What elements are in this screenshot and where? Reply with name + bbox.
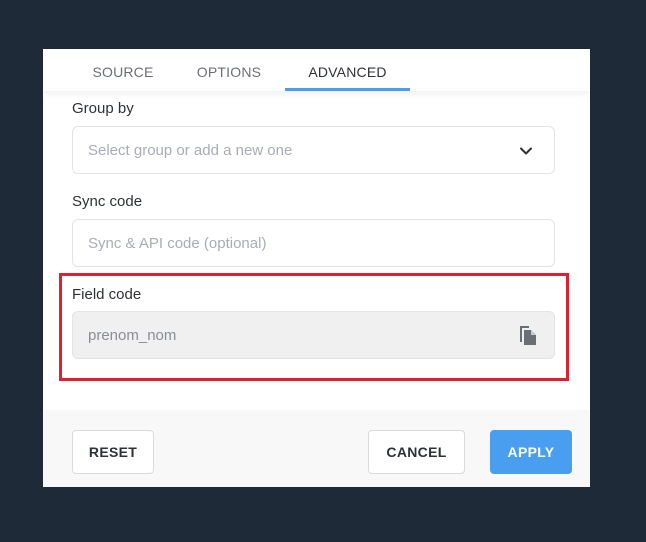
chevron-down-icon [520, 147, 532, 155]
tab-advanced[interactable]: ADVANCED [285, 49, 410, 91]
sync-code-placeholder: Sync & API code (optional) [88, 235, 267, 252]
apply-button[interactable]: APPLY [490, 430, 572, 474]
copy-icon[interactable] [516, 323, 540, 347]
sync-code-label: Sync code [72, 193, 143, 210]
active-tab-indicator [285, 88, 410, 91]
cancel-button[interactable]: CANCEL [368, 430, 465, 474]
field-settings-panel: SOURCE OPTIONS ADVANCED Group by Select … [43, 49, 590, 487]
tab-options-label: OPTIONS [196, 64, 262, 80]
group-by-label: Group by [72, 100, 134, 117]
group-by-select[interactable]: Select group or add a new one [72, 126, 555, 174]
field-code-input[interactable]: prenom_nom [72, 311, 555, 359]
tab-advanced-label: ADVANCED [308, 64, 387, 80]
field-code-value: prenom_nom [88, 327, 177, 344]
tab-bar: SOURCE OPTIONS ADVANCED [43, 49, 590, 91]
dialog-footer: RESET CANCEL APPLY [43, 410, 590, 487]
group-by-placeholder: Select group or add a new one [88, 142, 293, 159]
reset-button[interactable]: RESET [72, 430, 154, 474]
tab-source-label: SOURCE [92, 64, 154, 80]
sync-code-input[interactable]: Sync & API code (optional) [72, 219, 555, 267]
tab-source[interactable]: SOURCE [81, 49, 165, 91]
tab-options[interactable]: OPTIONS [186, 49, 272, 91]
field-code-label: Field code [72, 286, 142, 303]
